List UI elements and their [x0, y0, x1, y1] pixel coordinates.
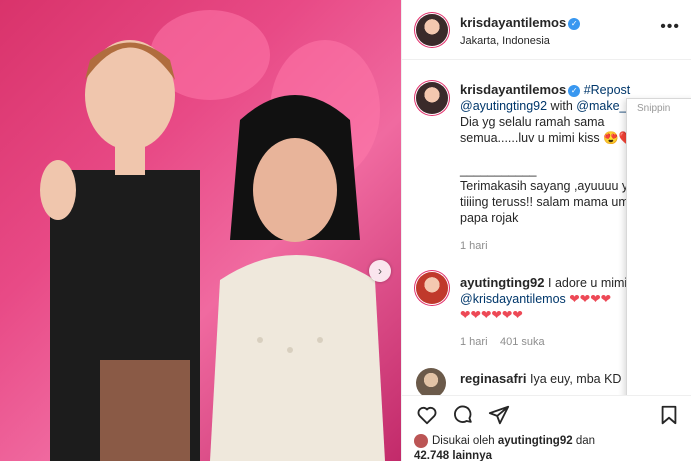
comment-author[interactable]: reginasafri	[460, 371, 526, 386]
comment-mention[interactable]: @krisdayantilemos	[460, 292, 566, 306]
person-right	[210, 95, 385, 461]
caption-line-5: papa rojak	[460, 211, 519, 225]
comment-avatar[interactable]	[416, 272, 448, 304]
caption-time[interactable]: 1 hari	[460, 240, 488, 252]
author-username[interactable]: krisdayantilemos	[460, 15, 566, 30]
comment-likes[interactable]: 401 suka	[500, 336, 545, 348]
post-actions	[402, 395, 691, 435]
likes-summary: Disukai oleh ayutingting92 dan 42.748 la…	[414, 434, 595, 461]
comment-time[interactable]: 1 hari	[460, 336, 488, 348]
likes-count[interactable]: 42.748 lainnya	[414, 450, 492, 461]
post-header: krisdayantilemos ✓ Jakarta, Indonesia •••	[402, 0, 691, 60]
comment-body: I adore u mimi	[548, 276, 628, 290]
comment-hearts-2: ❤❤❤❤❤❤	[460, 308, 523, 322]
heart-icon[interactable]	[416, 404, 438, 426]
comment-avatar[interactable]	[416, 368, 446, 395]
post-side-panel: krisdayantilemos ✓ Jakarta, Indonesia •••…	[401, 0, 691, 461]
caption-separator: ___________	[460, 163, 537, 177]
snipping-label: Snippin	[637, 103, 671, 114]
post-photo[interactable]: ›	[0, 0, 401, 461]
likes-user[interactable]: ayutingting92	[498, 435, 573, 447]
caption-line-4: tiiiing teruss!! salam mama umi &	[460, 195, 644, 209]
share-icon[interactable]	[488, 404, 510, 426]
save-icon[interactable]	[658, 404, 680, 426]
likes-prefix: Disukai oleh	[432, 435, 495, 448]
comment-body: Iya euy, mba KD	[529, 372, 622, 386]
comment-icon[interactable]	[452, 404, 474, 426]
caption-with: with	[550, 99, 573, 113]
comments-section: krisdayantilemos ✓ #Repost @ayutingting92…	[402, 60, 691, 395]
likes-suffix: dan	[575, 435, 596, 448]
more-options-icon[interactable]: •••	[660, 18, 680, 36]
verified-icon: ✓	[568, 17, 581, 30]
comment-author[interactable]: ayutingting92	[460, 275, 545, 290]
verified-icon: ✓	[568, 84, 581, 97]
comment-hearts-1: ❤❤❤❤	[569, 292, 612, 306]
author-avatar[interactable]	[416, 14, 448, 46]
carousel-next-button[interactable]: ›	[369, 260, 391, 282]
caption-line-1: Dia yg selalu ramah sama	[460, 115, 605, 129]
liker-avatar[interactable]	[414, 434, 428, 448]
caption-mention-1[interactable]: @ayutingting92	[460, 99, 547, 113]
caption-author[interactable]: krisdayantilemos	[460, 82, 566, 97]
repost-hashtag[interactable]: #Repost	[584, 83, 631, 97]
caption-avatar[interactable]	[416, 82, 448, 114]
post-location[interactable]: Jakarta, Indonesia	[460, 35, 550, 47]
snipping-tool-overlay[interactable]: Snippin	[626, 98, 691, 395]
caption-line-2: semua......luv u mimi kiss	[460, 131, 600, 145]
